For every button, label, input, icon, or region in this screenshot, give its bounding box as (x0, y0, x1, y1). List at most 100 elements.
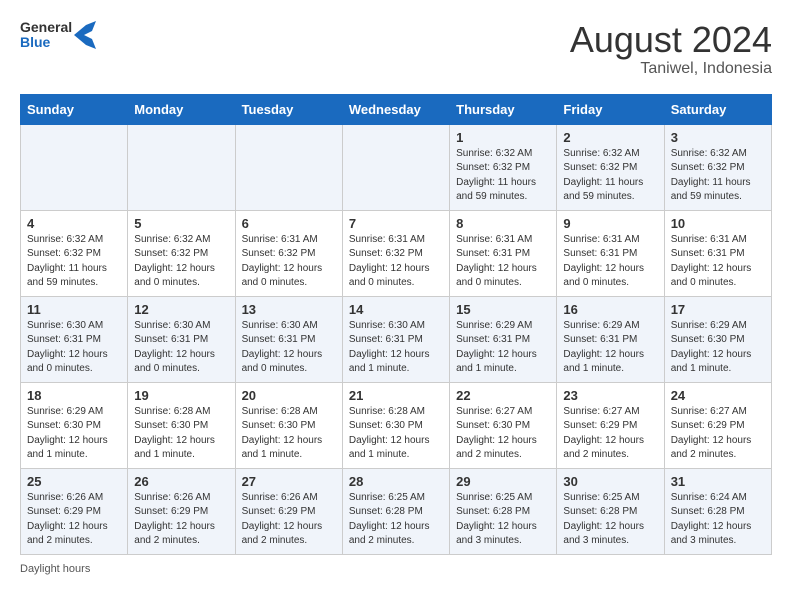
day-number: 2 (563, 130, 657, 145)
day-number: 26 (134, 474, 228, 489)
day-info: Sunrise: 6:30 AM Sunset: 6:31 PM Dayligh… (349, 319, 443, 377)
day-number: 18 (27, 388, 121, 403)
calendar-cell: 26 Sunrise: 6:26 AM Sunset: 6:29 PM Dayli… (128, 468, 235, 554)
footer-label: Daylight hours (20, 563, 772, 575)
calendar-cell (235, 124, 342, 210)
month-year-title: August 2024 (570, 20, 772, 60)
day-info: Sunrise: 6:28 AM Sunset: 6:30 PM Dayligh… (242, 405, 336, 463)
logo-bird-icon (74, 21, 96, 49)
logo-graphic: General Blue (20, 20, 96, 51)
day-number: 15 (456, 302, 550, 317)
day-info: Sunrise: 6:25 AM Sunset: 6:28 PM Dayligh… (456, 491, 550, 549)
calendar-cell: 8 Sunrise: 6:31 AM Sunset: 6:31 PM Daylig… (450, 210, 557, 296)
calendar-cell: 23 Sunrise: 6:27 AM Sunset: 6:29 PM Dayli… (557, 382, 664, 468)
day-number: 10 (671, 216, 765, 231)
day-number: 27 (242, 474, 336, 489)
day-number: 14 (349, 302, 443, 317)
page-header: General Blue August 2024 Taniwel, Indone… (20, 20, 772, 78)
calendar-cell: 7 Sunrise: 6:31 AM Sunset: 6:32 PM Daylig… (342, 210, 449, 296)
logo: General Blue (20, 20, 96, 51)
logo-general: General (20, 20, 72, 35)
column-header-monday: Monday (128, 94, 235, 124)
day-number: 22 (456, 388, 550, 403)
day-info: Sunrise: 6:26 AM Sunset: 6:29 PM Dayligh… (27, 491, 121, 549)
day-number: 19 (134, 388, 228, 403)
column-header-wednesday: Wednesday (342, 94, 449, 124)
day-info: Sunrise: 6:29 AM Sunset: 6:31 PM Dayligh… (456, 319, 550, 377)
day-number: 29 (456, 474, 550, 489)
day-number: 11 (27, 302, 121, 317)
day-info: Sunrise: 6:28 AM Sunset: 6:30 PM Dayligh… (349, 405, 443, 463)
day-info: Sunrise: 6:31 AM Sunset: 6:31 PM Dayligh… (563, 233, 657, 291)
day-info: Sunrise: 6:31 AM Sunset: 6:32 PM Dayligh… (349, 233, 443, 291)
day-number: 24 (671, 388, 765, 403)
calendar-cell: 20Sunrise: 6:28 AM Sunset: 6:30 PM Dayli… (235, 382, 342, 468)
calendar-cell: 30 Sunrise: 6:25 AM Sunset: 6:28 PM Dayli… (557, 468, 664, 554)
day-info: Sunrise: 6:31 AM Sunset: 6:31 PM Dayligh… (671, 233, 765, 291)
day-number: 8 (456, 216, 550, 231)
day-info: Sunrise: 6:30 AM Sunset: 6:31 PM Dayligh… (242, 319, 336, 377)
day-info: Sunrise: 6:26 AM Sunset: 6:29 PM Dayligh… (242, 491, 336, 549)
calendar-cell (21, 124, 128, 210)
calendar-week-4: 18 Sunrise: 6:29 AM Sunset: 6:30 PM Dayli… (21, 382, 772, 468)
column-header-tuesday: Tuesday (235, 94, 342, 124)
calendar-week-5: 25 Sunrise: 6:26 AM Sunset: 6:29 PM Dayli… (21, 468, 772, 554)
calendar-cell: 27 Sunrise: 6:26 AM Sunset: 6:29 PM Dayli… (235, 468, 342, 554)
calendar-week-3: 11 Sunrise: 6:30 AM Sunset: 6:31 PM Dayli… (21, 296, 772, 382)
calendar-cell: 12 Sunrise: 6:30 AM Sunset: 6:31 PM Dayli… (128, 296, 235, 382)
calendar-cell: 13 Sunrise: 6:30 AM Sunset: 6:31 PM Dayli… (235, 296, 342, 382)
day-number: 23 (563, 388, 657, 403)
day-info: Sunrise: 6:27 AM Sunset: 6:29 PM Dayligh… (671, 405, 765, 463)
day-number: 30 (563, 474, 657, 489)
day-number: 25 (27, 474, 121, 489)
daylight-hours-label: Daylight hours (20, 563, 90, 575)
day-info: Sunrise: 6:30 AM Sunset: 6:31 PM Dayligh… (27, 319, 121, 377)
calendar-cell: 25 Sunrise: 6:26 AM Sunset: 6:29 PM Dayli… (21, 468, 128, 554)
day-number: 13 (242, 302, 336, 317)
day-number: 3 (671, 130, 765, 145)
day-info: Sunrise: 6:32 AM Sunset: 6:32 PM Dayligh… (563, 147, 657, 205)
day-number: 12 (134, 302, 228, 317)
day-number: 7 (349, 216, 443, 231)
day-info: Sunrise: 6:32 AM Sunset: 6:32 PM Dayligh… (671, 147, 765, 205)
day-info: Sunrise: 6:26 AM Sunset: 6:29 PM Dayligh… (134, 491, 228, 549)
day-info: Sunrise: 6:32 AM Sunset: 6:32 PM Dayligh… (456, 147, 550, 205)
calendar-table: SundayMondayTuesdayWednesdayThursdayFrid… (20, 94, 772, 555)
calendar-cell: 9Sunrise: 6:31 AM Sunset: 6:31 PM Daylig… (557, 210, 664, 296)
column-header-thursday: Thursday (450, 94, 557, 124)
calendar-cell: 10 Sunrise: 6:31 AM Sunset: 6:31 PM Dayli… (664, 210, 771, 296)
day-info: Sunrise: 6:31 AM Sunset: 6:31 PM Dayligh… (456, 233, 550, 291)
calendar-week-2: 4 Sunrise: 6:32 AM Sunset: 6:32 PM Daylig… (21, 210, 772, 296)
calendar-cell: 24 Sunrise: 6:27 AM Sunset: 6:29 PM Dayli… (664, 382, 771, 468)
calendar-cell: 17Sunrise: 6:29 AM Sunset: 6:30 PM Dayli… (664, 296, 771, 382)
column-header-friday: Friday (557, 94, 664, 124)
calendar-cell: 14 Sunrise: 6:30 AM Sunset: 6:31 PM Dayli… (342, 296, 449, 382)
day-info: Sunrise: 6:24 AM Sunset: 6:28 PM Dayligh… (671, 491, 765, 549)
calendar-cell: 18 Sunrise: 6:29 AM Sunset: 6:30 PM Dayli… (21, 382, 128, 468)
calendar-week-1: 1Sunrise: 6:32 AM Sunset: 6:32 PM Daylig… (21, 124, 772, 210)
calendar-cell: 1Sunrise: 6:32 AM Sunset: 6:32 PM Daylig… (450, 124, 557, 210)
calendar-cell: 22Sunrise: 6:27 AM Sunset: 6:30 PM Dayli… (450, 382, 557, 468)
calendar-cell: 21 Sunrise: 6:28 AM Sunset: 6:30 PM Dayli… (342, 382, 449, 468)
calendar-cell: 5Sunrise: 6:32 AM Sunset: 6:32 PM Daylig… (128, 210, 235, 296)
day-info: Sunrise: 6:29 AM Sunset: 6:30 PM Dayligh… (27, 405, 121, 463)
column-header-sunday: Sunday (21, 94, 128, 124)
day-number: 28 (349, 474, 443, 489)
calendar-cell: 29 Sunrise: 6:25 AM Sunset: 6:28 PM Dayli… (450, 468, 557, 554)
day-number: 31 (671, 474, 765, 489)
calendar-cell (128, 124, 235, 210)
day-info: Sunrise: 6:32 AM Sunset: 6:32 PM Dayligh… (27, 233, 121, 291)
day-number: 4 (27, 216, 121, 231)
day-info: Sunrise: 6:25 AM Sunset: 6:28 PM Dayligh… (563, 491, 657, 549)
day-number: 21 (349, 388, 443, 403)
day-info: Sunrise: 6:30 AM Sunset: 6:31 PM Dayligh… (134, 319, 228, 377)
calendar-cell: 15 Sunrise: 6:29 AM Sunset: 6:31 PM Dayli… (450, 296, 557, 382)
calendar-cell (342, 124, 449, 210)
day-info: Sunrise: 6:27 AM Sunset: 6:29 PM Dayligh… (563, 405, 657, 463)
calendar-cell: 3 Sunrise: 6:32 AM Sunset: 6:32 PM Daylig… (664, 124, 771, 210)
day-number: 5 (134, 216, 228, 231)
location-subtitle: Taniwel, Indonesia (570, 60, 772, 78)
day-info: Sunrise: 6:31 AM Sunset: 6:32 PM Dayligh… (242, 233, 336, 291)
day-number: 16 (563, 302, 657, 317)
day-info: Sunrise: 6:28 AM Sunset: 6:30 PM Dayligh… (134, 405, 228, 463)
